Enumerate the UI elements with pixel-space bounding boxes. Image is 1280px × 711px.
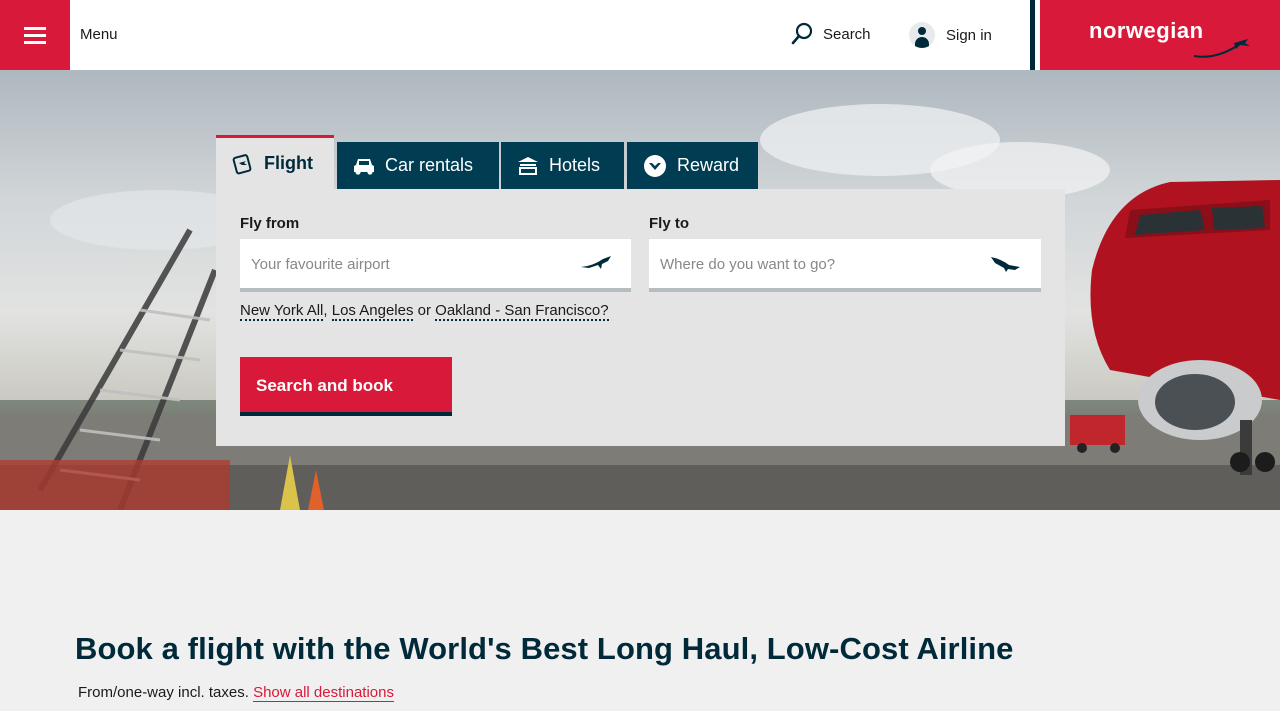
hotel-icon: [518, 156, 538, 175]
tab-hotels[interactable]: Hotels: [501, 142, 624, 189]
quick-link-los-angeles[interactable]: Los Angeles: [331, 302, 414, 321]
fly-from-label: Fly from: [240, 215, 300, 232]
tab-car-rentals[interactable]: Car rentals: [337, 142, 499, 189]
tab-flight-label: Flight: [264, 153, 313, 173]
fly-to-input[interactable]: Where do you want to go?: [649, 239, 1041, 292]
quick-link-separator: ,: [323, 302, 328, 319]
tab-reward[interactable]: Reward: [627, 142, 758, 189]
menu-button[interactable]: [0, 0, 70, 70]
flight-search-panel: Fly from Your favourite airport Fly to W…: [216, 189, 1065, 446]
brand-name: norwegian: [1089, 18, 1204, 43]
show-all-destinations-link[interactable]: Show all destinations: [253, 684, 394, 702]
header-search-link[interactable]: Search: [790, 22, 871, 46]
brand-logo[interactable]: norwegian: [1040, 0, 1280, 70]
fly-to-placeholder: Where do you want to go?: [660, 256, 836, 273]
car-icon: [354, 158, 374, 175]
quick-link-or: or: [417, 302, 431, 319]
header-divider: [1030, 0, 1035, 70]
popular-airports: New York All, Los Angeles or Oakland - S…: [240, 302, 609, 321]
arrival-plane-icon: [991, 257, 1020, 272]
hamburger-icon: [24, 27, 46, 44]
tab-car-rentals-label: Car rentals: [385, 155, 474, 175]
quick-link-new-york[interactable]: New York All: [240, 302, 324, 321]
fly-from-placeholder: Your favourite airport: [251, 256, 390, 273]
menu-label[interactable]: Menu: [80, 26, 118, 43]
search-and-book-button[interactable]: Search and book: [240, 357, 452, 416]
search-icon: [791, 22, 813, 45]
search-label: Search: [823, 25, 871, 43]
user-avatar-icon: [909, 22, 935, 48]
tab-hotels-label: Hotels: [549, 155, 601, 175]
tab-flight[interactable]: Flight: [216, 135, 334, 189]
reward-icon: [644, 154, 666, 177]
flight-ticket-icon: [232, 153, 252, 174]
fly-from-input[interactable]: Your favourite airport: [240, 239, 631, 292]
tab-reward-label: Reward: [677, 155, 740, 175]
page-headline: Book a flight with the World's Best Long…: [75, 631, 1014, 666]
fares-note: From/one-way incl. taxes.: [78, 684, 249, 701]
fares-subline: From/one-way incl. taxes. Show all desti…: [78, 684, 394, 702]
signin-link[interactable]: Sign in: [909, 22, 992, 48]
signin-label: Sign in: [946, 26, 992, 44]
plane-swoosh-icon: [1193, 39, 1250, 58]
fly-to-label: Fly to: [649, 215, 689, 232]
departure-plane-icon: [581, 256, 611, 269]
quick-link-oakland[interactable]: Oakland - San Francisco?: [435, 302, 609, 321]
site-header: Menu Search Sign in norwegian: [0, 0, 1280, 70]
